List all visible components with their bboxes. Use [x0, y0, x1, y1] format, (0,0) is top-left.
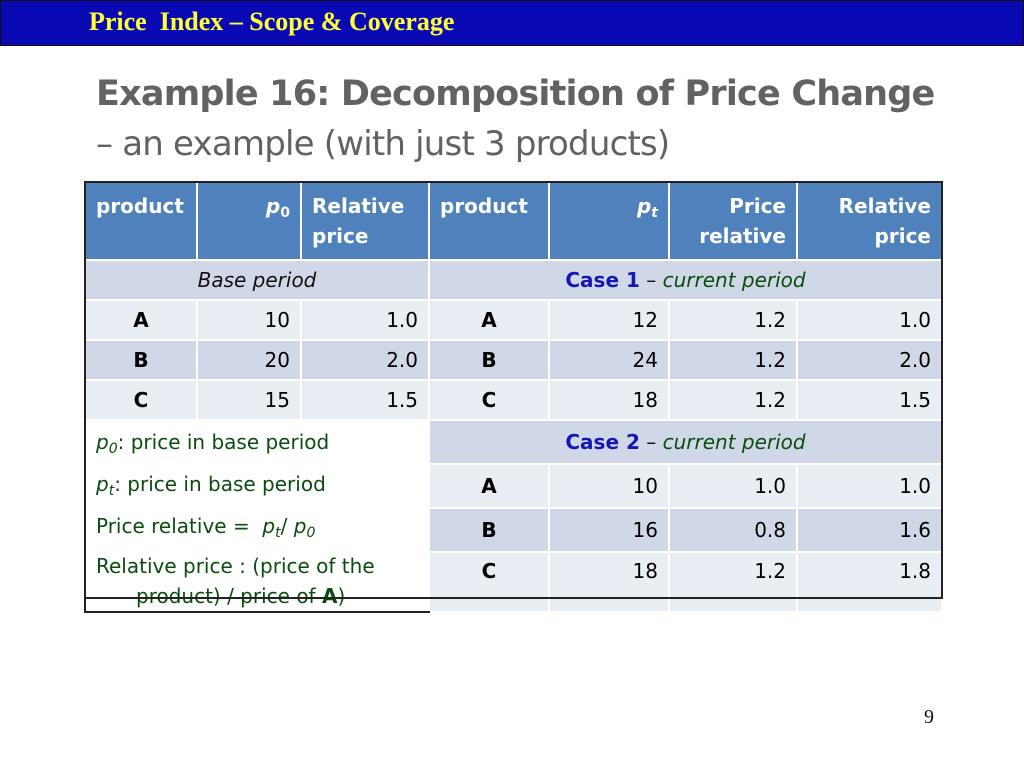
cell-product: A	[428, 463, 550, 510]
cell-p0: 20	[196, 339, 302, 381]
col-header-relative-price: Relative price	[300, 181, 430, 261]
slide-title: Example 16: Decomposition of Price Chang…	[96, 74, 935, 114]
note-p0: p0: price in base period	[96, 430, 330, 457]
header-title: Price Index – Scope & Coverage	[89, 7, 455, 36]
cell-relative-price: 1.8	[796, 551, 943, 613]
cell-relative-price: 2.0	[796, 339, 943, 381]
note-price-relative: Price relative = pt/ p0	[96, 514, 316, 541]
section-row: p0: price in base period pt: price in ba…	[84, 418, 943, 613]
cell-relative-price: 1.5	[796, 379, 943, 421]
cell-pt: 24	[548, 339, 670, 381]
col-header-product: product	[84, 181, 198, 261]
table-row: B 20 2.0 B 24 1.2 2.0	[84, 339, 943, 381]
header-banner: Price Index – Scope & Coverage	[0, 0, 1024, 46]
cell-product: C	[84, 379, 198, 421]
table-row: A 10 1.0 A 12 1.2 1.0	[84, 299, 943, 341]
cell-relative-price: 1.5	[300, 379, 430, 421]
header-row: product p0 Relative price product pt Pric…	[84, 181, 943, 261]
cell-p0: 15	[196, 379, 302, 421]
cell-product: B	[428, 339, 550, 381]
case2-label: Case 2 – current period	[428, 418, 943, 466]
case1-label: Case 1 – current period	[428, 259, 943, 301]
notes-cell: p0: price in base period pt: price in ba…	[84, 419, 430, 613]
cell-product: C	[428, 551, 550, 613]
cell-pt: 16	[548, 507, 670, 554]
note-relative-price: Relative price : (price of the product) /…	[96, 554, 375, 608]
cell-price-relative: 1.2	[668, 339, 798, 381]
cell-price-relative: 1.2	[668, 551, 798, 613]
cell-product: C	[428, 379, 550, 421]
cell-product: B	[84, 339, 198, 381]
base-period-label: Base period	[84, 259, 430, 301]
col-header-price-relative: Price relative	[668, 181, 798, 261]
cell-product: A	[428, 299, 550, 341]
cell-price-relative: 1.2	[668, 379, 798, 421]
cell-pt: 12	[548, 299, 670, 341]
cell-price-relative: 0.8	[668, 507, 798, 554]
cell-product: B	[428, 507, 550, 554]
cell-relative-price: 1.0	[796, 463, 943, 510]
col-header-product-current: product	[428, 181, 550, 261]
cell-price-relative: 1.0	[668, 463, 798, 510]
col-header-p0: p0	[196, 181, 302, 261]
cell-price-relative: 1.2	[668, 299, 798, 341]
cell-p0: 10	[196, 299, 302, 341]
cell-pt: 18	[548, 551, 670, 613]
note-pt: pt: price in base period	[96, 472, 326, 499]
table-row: C 15 1.5 C 18 1.2 1.5	[84, 379, 943, 421]
price-change-table: product p0 Relative price product pt Pric…	[84, 181, 943, 613]
cell-pt: 18	[548, 379, 670, 421]
col-header-pt: pt	[548, 181, 670, 261]
cell-relative-price: 1.0	[796, 299, 943, 341]
cell-relative-price: 2.0	[300, 339, 430, 381]
slide-subtitle: – an example (with just 3 products)	[96, 124, 670, 164]
cell-relative-price: 1.0	[300, 299, 430, 341]
col-header-relative-price-current: Relative price	[796, 181, 943, 261]
cell-relative-price: 1.6	[796, 507, 943, 554]
cell-pt: 10	[548, 463, 670, 510]
section-row: Base period Case 1 – current period	[84, 259, 943, 301]
cell-product: A	[84, 299, 198, 341]
page-number: 9	[924, 706, 934, 728]
